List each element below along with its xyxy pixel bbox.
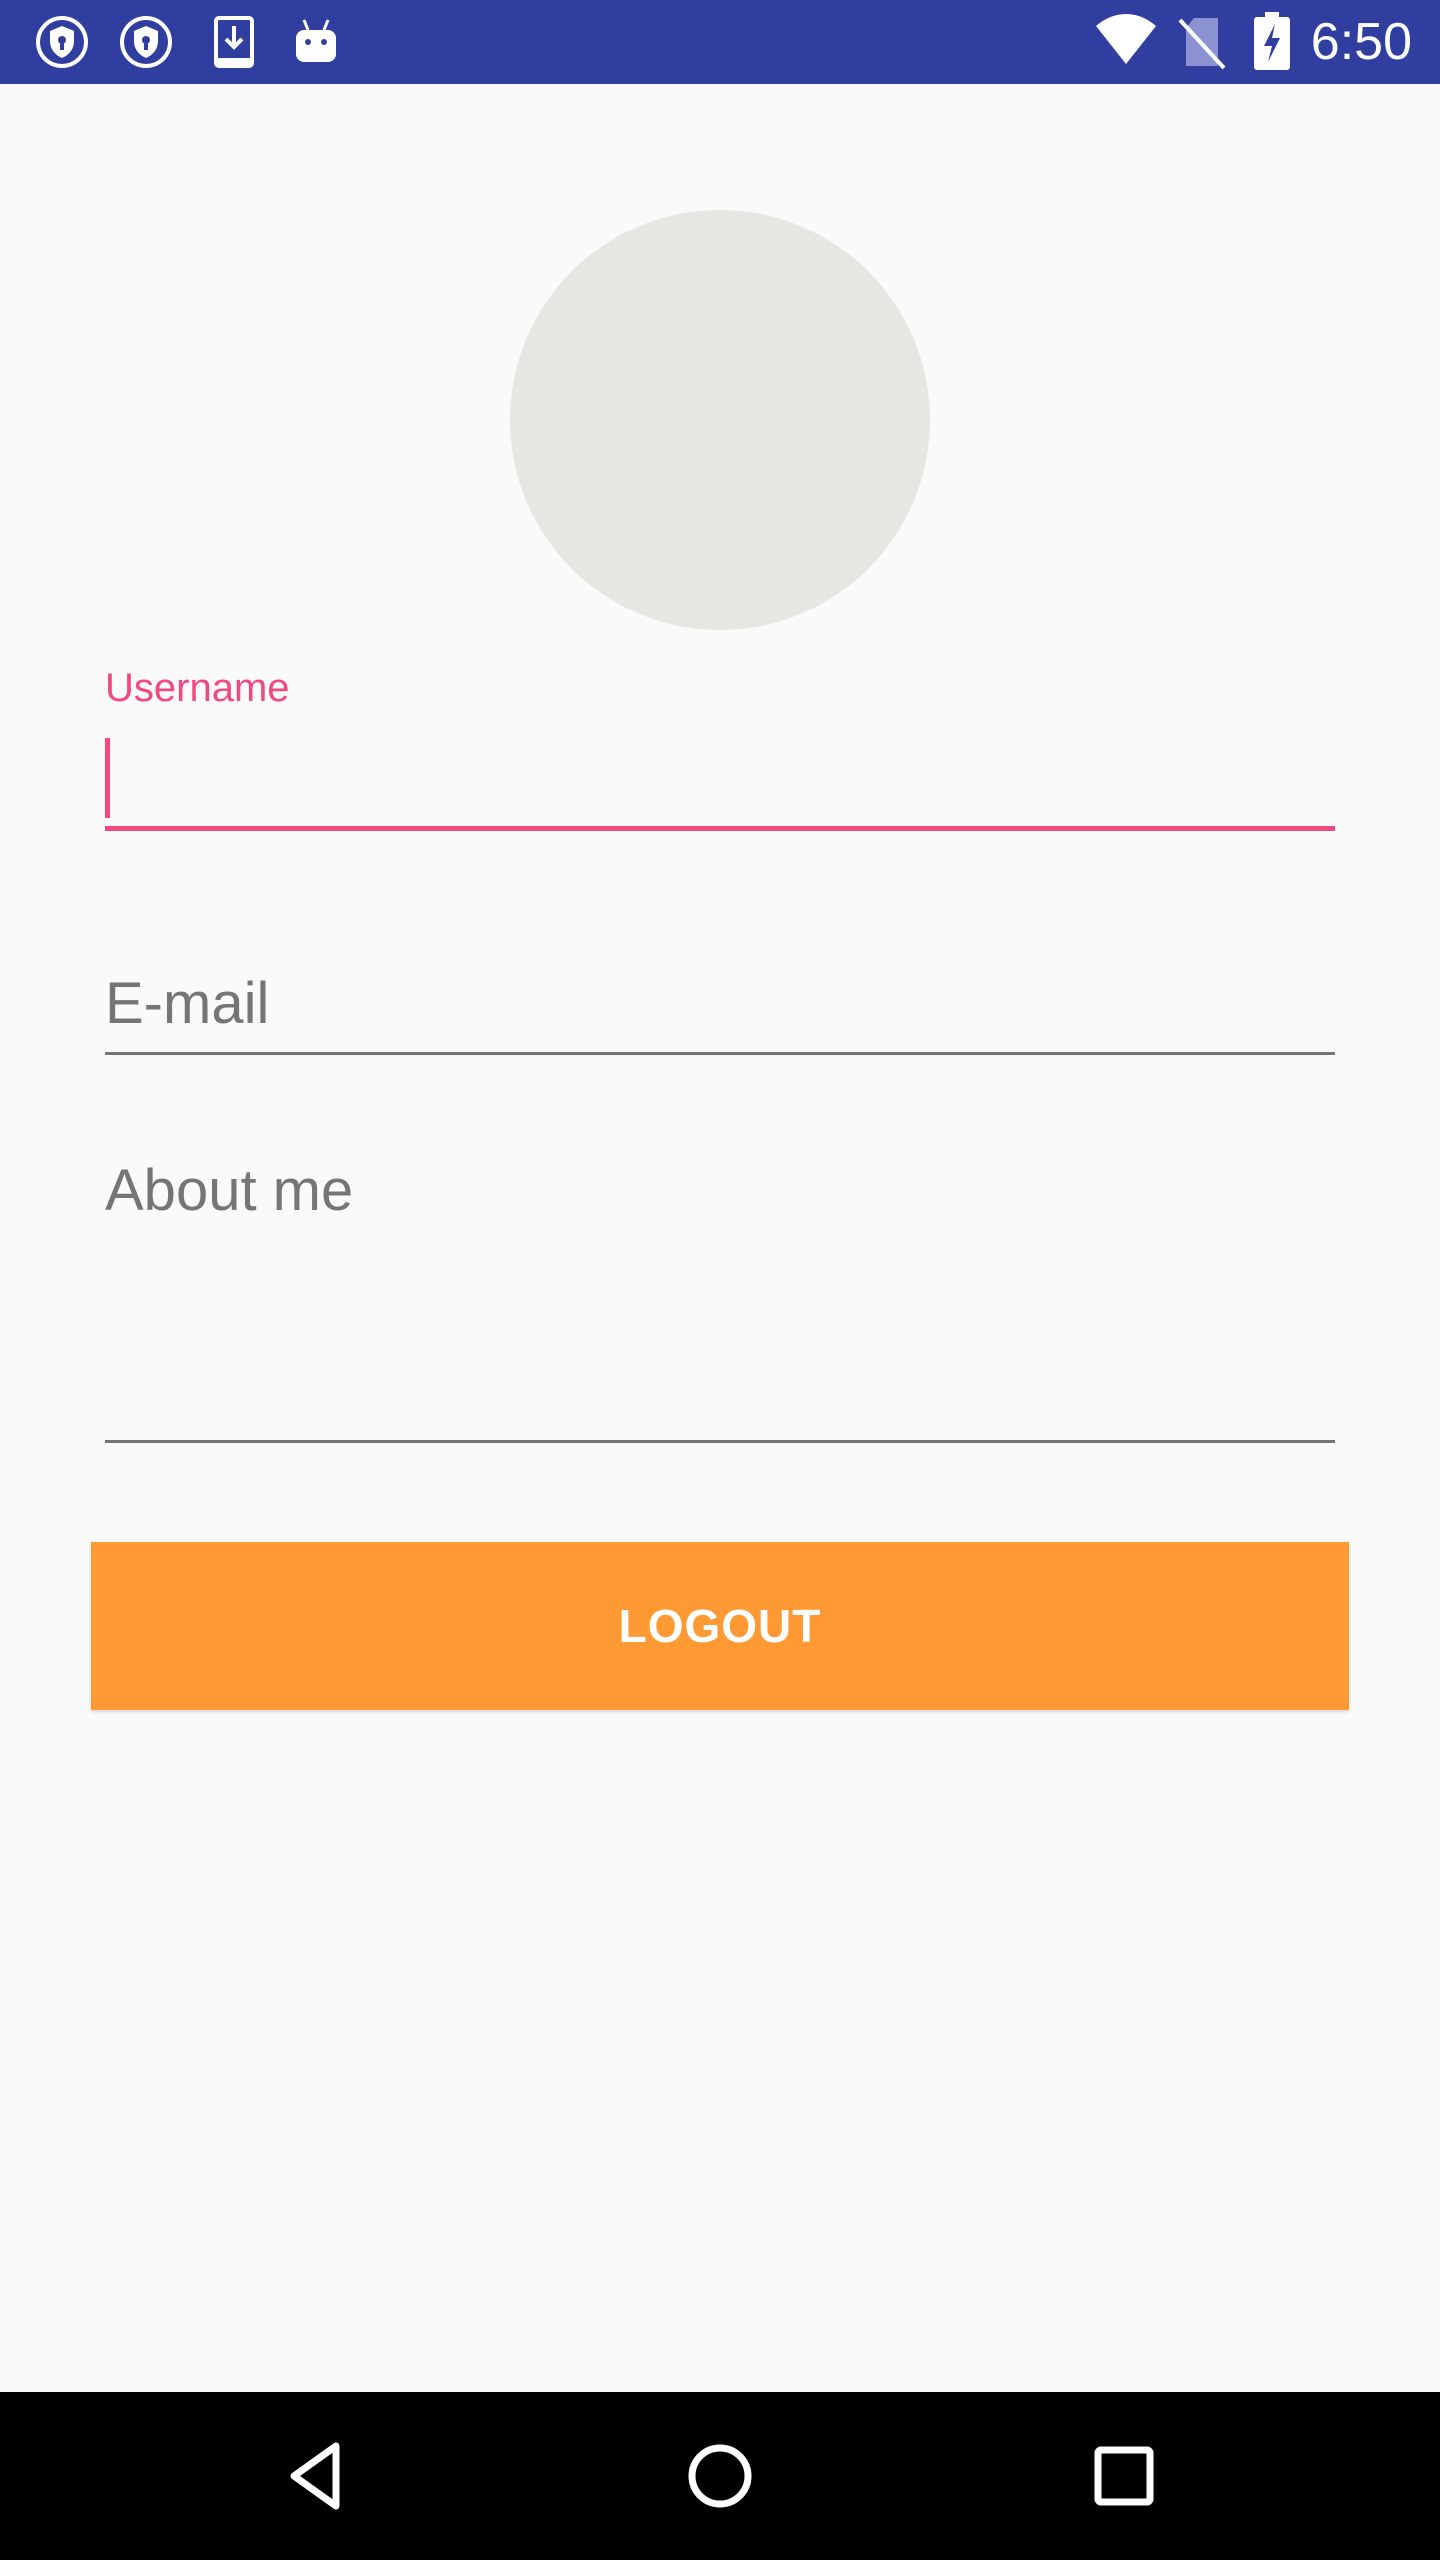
logout-button[interactable]: LOGOUT	[91, 1542, 1349, 1710]
text-cursor	[105, 738, 110, 818]
about-me-underline	[105, 1440, 1335, 1443]
navigation-bar	[0, 2392, 1440, 2560]
recents-icon[interactable]	[1074, 2426, 1174, 2526]
clock: 6:50	[1310, 13, 1412, 71]
about-me-field[interactable]: About me	[105, 1155, 353, 1227]
avatar[interactable]	[510, 210, 930, 630]
email-underline	[105, 1052, 1335, 1055]
username-label: Username	[105, 666, 290, 710]
back-icon[interactable]	[266, 2426, 366, 2526]
wifi-icon	[1096, 14, 1156, 64]
download-icon	[214, 16, 254, 68]
email-field[interactable]: E-mail	[105, 968, 269, 1040]
home-icon[interactable]	[670, 2426, 770, 2526]
vpn-shield-icon	[36, 16, 88, 68]
battery-charging-icon	[1254, 12, 1290, 70]
no-sim-icon	[1178, 18, 1226, 70]
status-bar: 6:50	[0, 0, 1440, 84]
username-input[interactable]	[105, 826, 1335, 831]
vpn-shield-icon	[120, 16, 172, 68]
android-icon	[296, 19, 336, 62]
